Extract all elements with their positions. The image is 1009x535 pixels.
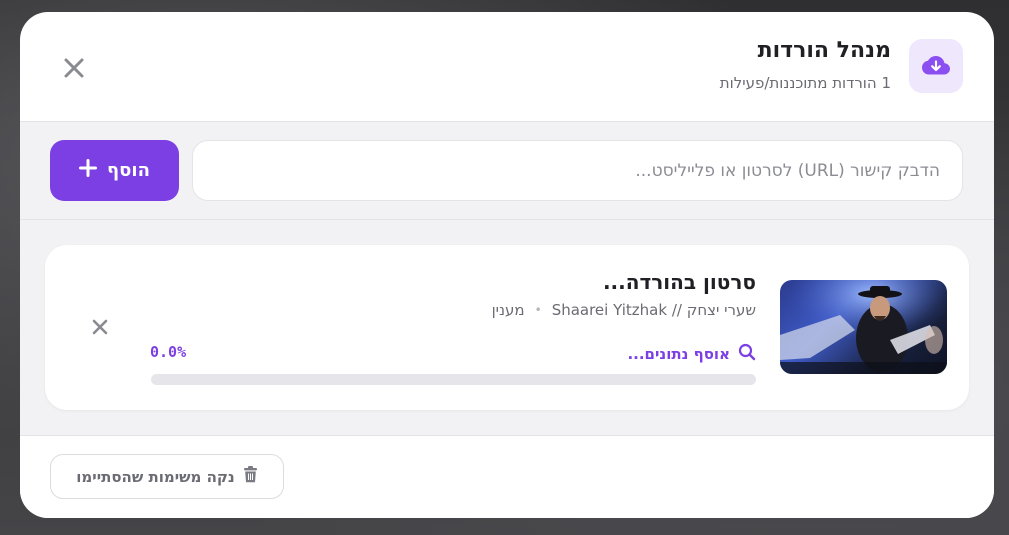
plus-icon [79,159,98,182]
search-icon [738,343,756,365]
url-input[interactable] [192,140,963,201]
dialog-header: מנהל הורדות 1 הורדות מתוכננות/פעילות [20,12,994,122]
progress-bar [151,374,756,385]
video-meta: שערי יצחק // Shaarei Yitzhak • מענין [492,301,756,319]
download-status: אוסף נתונים... [627,343,756,365]
add-button-label: הוסף [107,160,150,181]
progress-percent: 0.0% [150,343,187,361]
video-title: סרטון בהורדה... [602,270,756,294]
video-thumbnail [780,280,947,374]
dialog-subtitle: 1 הורדות מתוכננות/פעילות [719,74,891,92]
trash-icon [243,466,258,487]
channel-name: שערי יצחק // Shaarei Yitzhak [551,301,756,319]
add-button[interactable]: הוסף [50,140,179,201]
downloads-list: סרטון בהורדה... שערי יצחק // Shaarei Yit… [20,220,994,436]
status-text: אוסף נתונים... [627,345,730,363]
remove-download-icon[interactable] [91,318,109,336]
meta-separator: • [534,303,542,317]
clear-finished-label: נקה משימות שהסתיימו [76,467,235,486]
dialog-footer: נקה משימות שהסתיימו [20,436,994,518]
dialog-title: מנהל הורדות [757,38,891,63]
download-item: סרטון בהורדה... שערי יצחק // Shaarei Yit… [45,245,969,410]
close-icon[interactable] [62,56,86,80]
video-tag: מענין [491,301,525,319]
clear-finished-button[interactable]: נקה משימות שהסתיימו [50,454,284,499]
download-manager-dialog: מנהל הורדות 1 הורדות מתוכננות/פעילות הוס… [20,12,994,518]
add-url-section: הוסף [20,122,994,220]
cloud-download-icon [909,39,963,93]
